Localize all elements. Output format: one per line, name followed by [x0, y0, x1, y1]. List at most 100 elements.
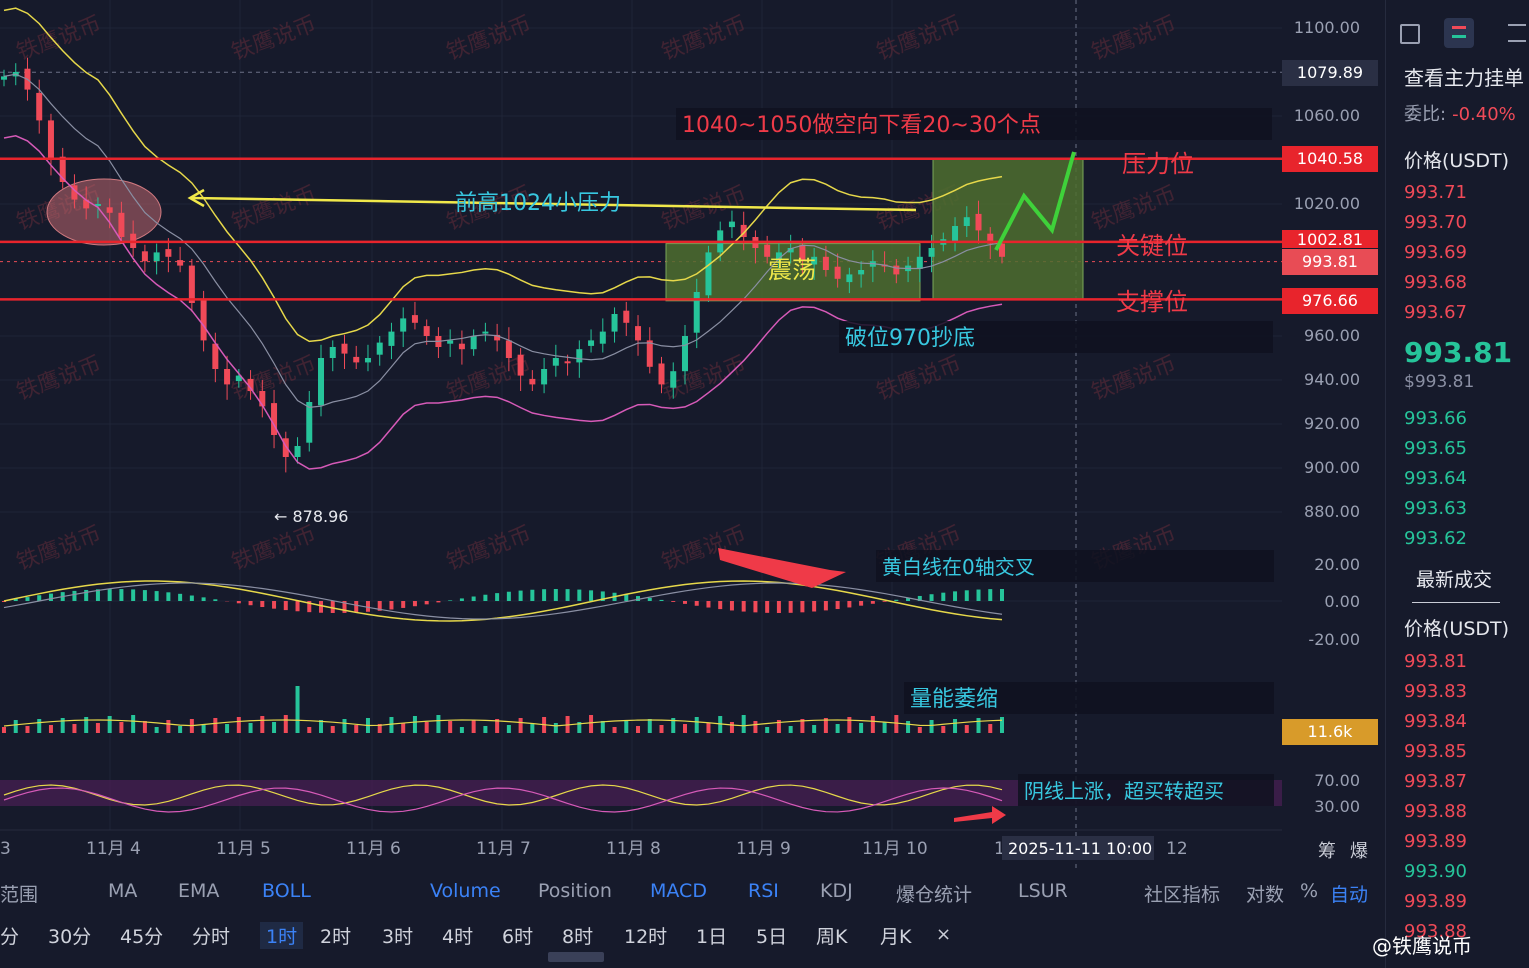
bid-price[interactable]: 993.62	[1404, 528, 1467, 549]
interval-8[interactable]: 6时	[502, 922, 533, 949]
volume-bar	[859, 723, 864, 733]
macd-bar	[178, 593, 183, 601]
trade-price[interactable]: 993.88	[1404, 801, 1467, 822]
layout-icon[interactable]	[1400, 24, 1420, 44]
volume-bar	[2, 727, 6, 733]
ask-price[interactable]: 993.70	[1404, 212, 1467, 233]
ask-price[interactable]: 993.69	[1404, 242, 1467, 263]
interval-0[interactable]: 分	[0, 922, 19, 949]
trade-price[interactable]: 993.90	[1404, 861, 1467, 882]
interval-14[interactable]: 月K	[880, 922, 911, 949]
ask-price[interactable]: 993.67	[1404, 302, 1467, 323]
ask-price[interactable]: 993.71	[1404, 182, 1467, 203]
watermark: 铁鹰说币	[229, 182, 320, 236]
volume-bar	[741, 715, 746, 733]
volume-bar	[213, 718, 218, 733]
indicator-4[interactable]: Volume	[430, 880, 501, 902]
trade-price[interactable]: 993.89	[1404, 891, 1467, 912]
crosshair-date: 2025-11-11 10:00	[1008, 839, 1152, 858]
trade-price[interactable]: 993.84	[1404, 711, 1467, 732]
trade-price[interactable]: 993.87	[1404, 771, 1467, 792]
indicator-3[interactable]: BOLL	[262, 880, 311, 902]
indicator-13[interactable]: %	[1300, 880, 1318, 902]
candle	[858, 270, 865, 275]
trade-price[interactable]: 993.81	[1404, 651, 1467, 672]
macd-bar	[682, 601, 687, 604]
trade-price[interactable]: 993.83	[1404, 681, 1467, 702]
volume-ma	[3, 719, 1003, 727]
annotation-support: 支撑位	[1116, 288, 1188, 316]
macd-bar	[483, 594, 488, 601]
interval-10[interactable]: 12时	[624, 922, 667, 949]
chip-distribution-toggle[interactable]: 筹	[1318, 837, 1336, 863]
indicator-8[interactable]: KDJ	[820, 880, 853, 902]
price-chart[interactable]: 铁鹰说币 铁鹰说币 铁鹰说币 铁鹰说币 铁鹰说币 铁鹰说币铁鹰说币 铁鹰说币 铁鹰说币 铁鹰说币…	[0, 0, 1282, 868]
indicator-12[interactable]: 对数	[1246, 880, 1284, 907]
volume-bar	[436, 715, 441, 733]
macd-bar	[530, 589, 535, 601]
close-intervals-icon[interactable]: ×	[936, 924, 951, 945]
scroll-handle[interactable]	[548, 952, 604, 962]
interval-3[interactable]: 分时	[192, 922, 230, 949]
indicator-1[interactable]: MA	[108, 880, 137, 902]
trade-price[interactable]: 993.89	[1404, 831, 1467, 852]
interval-6[interactable]: 3时	[382, 922, 413, 949]
price-axis[interactable]: 1100.00 1060.00 1020.00 960.00 940.00 920.00 9…	[1282, 0, 1382, 868]
macd-bar	[412, 601, 417, 607]
indicator-11[interactable]: 社区指标	[1144, 880, 1220, 907]
trade-price[interactable]: 993.85	[1404, 741, 1467, 762]
bid-price[interactable]: 993.63	[1404, 498, 1467, 519]
indicator-0[interactable]: 范围	[0, 880, 38, 907]
candle	[764, 244, 771, 257]
interval-9[interactable]: 8时	[562, 922, 593, 949]
candle	[952, 226, 959, 243]
macd-bar	[729, 601, 734, 611]
indicator-2[interactable]: EMA	[178, 880, 219, 902]
x-tick: 11月 10	[862, 839, 928, 859]
interval-1[interactable]: 30分	[48, 922, 91, 949]
volume-bar	[354, 725, 359, 733]
indicator-7[interactable]: RSI	[748, 880, 779, 902]
indicator-14[interactable]: 自动	[1330, 880, 1368, 907]
watermark: 铁鹰说币	[874, 352, 965, 406]
interval-11[interactable]: 1日	[696, 922, 727, 949]
order-book-title[interactable]: 查看主力挂单	[1404, 62, 1524, 91]
volume-bar	[589, 715, 594, 733]
indicator-toolbar: 范围 MA EMA BOLL Volume Position MACD RSI KDJ 爆仓统计 L…	[0, 872, 1385, 912]
interval-toolbar: 分 30分 45分 分时 1时 2时 3时 4时 6时 8时 12时 1日 5日 周K 月K	[0, 914, 1385, 958]
interval-5[interactable]: 2时	[320, 922, 351, 949]
book-list-icon[interactable]	[1508, 24, 1526, 42]
bid-price[interactable]: 993.66	[1404, 408, 1467, 429]
liquidation-toggle[interactable]: 爆	[1350, 837, 1368, 863]
candle	[846, 274, 853, 283]
bid-price[interactable]: 993.64	[1404, 468, 1467, 489]
interval-4[interactable]: 1时	[260, 922, 304, 949]
bid-price[interactable]: 993.65	[1404, 438, 1467, 459]
macd-bar	[236, 601, 241, 604]
macd-bar	[319, 601, 324, 613]
volume-bar	[295, 686, 300, 733]
x-tick: 12	[1166, 839, 1188, 859]
interval-12[interactable]: 5日	[756, 922, 787, 949]
volume-bar	[389, 717, 394, 733]
interval-2[interactable]: 45分	[120, 922, 163, 949]
trades-title[interactable]: 最新成交	[1416, 565, 1492, 592]
indicator-10[interactable]: LSUR	[1018, 880, 1068, 902]
indicator-5[interactable]: Position	[538, 880, 612, 902]
volume-bar	[225, 724, 230, 733]
macd-bar	[976, 589, 981, 601]
ask-price[interactable]: 993.68	[1404, 272, 1467, 293]
rsi-axis-70: 70.00	[1314, 771, 1360, 790]
indicator-9[interactable]: 爆仓统计	[896, 880, 972, 907]
candle	[423, 326, 430, 336]
interval-13[interactable]: 周K	[816, 922, 847, 949]
candle	[165, 249, 172, 257]
volume-bar	[236, 717, 241, 733]
interval-7[interactable]: 4时	[442, 922, 473, 949]
book-split-icon[interactable]	[1444, 18, 1474, 48]
macd-bar	[718, 601, 723, 610]
volume-bar	[401, 723, 406, 733]
volume-bar	[906, 721, 911, 733]
indicator-6[interactable]: MACD	[650, 880, 707, 902]
volume-bar	[342, 719, 347, 733]
